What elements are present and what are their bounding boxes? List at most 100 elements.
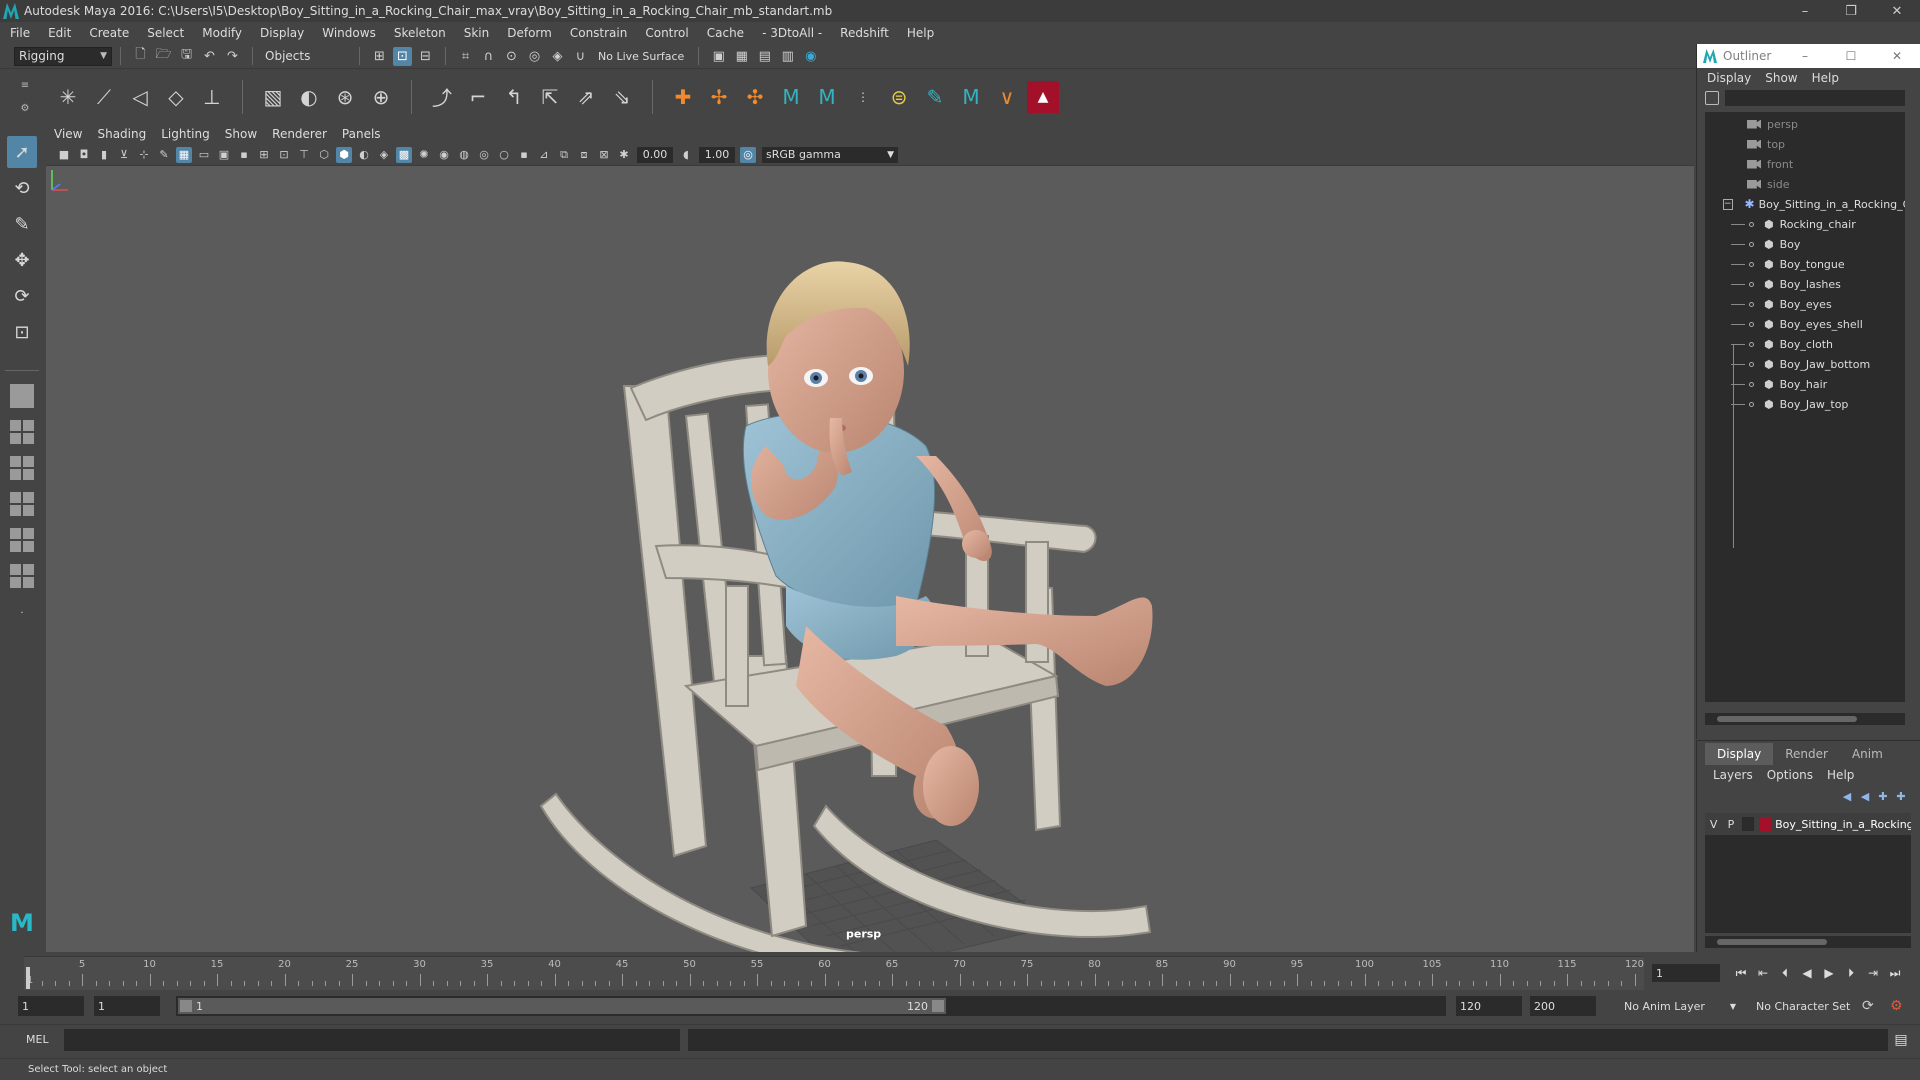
safe-title-icon[interactable]: ⊤ bbox=[296, 147, 312, 163]
ssao-icon[interactable]: ⧉ bbox=[556, 147, 572, 163]
scale-constraint-icon[interactable]: ⇱ bbox=[534, 81, 566, 113]
current-frame-field[interactable]: 1 bbox=[1652, 964, 1720, 982]
select-component-icon[interactable]: ⊟ bbox=[416, 47, 435, 66]
menu-constrain[interactable]: Constrain bbox=[570, 26, 628, 40]
xray-joints-icon[interactable]: ◎ bbox=[476, 147, 492, 163]
layer-color-swatch[interactable] bbox=[1760, 817, 1772, 831]
interactive-bind-icon[interactable]: ◐ bbox=[293, 81, 325, 113]
tree-item-top[interactable]: top bbox=[1705, 134, 1905, 154]
maya-script-b-icon[interactable]: M bbox=[811, 81, 843, 113]
outliner-menu-show[interactable]: Show bbox=[1765, 71, 1797, 85]
render-frame-icon[interactable]: ▦ bbox=[732, 47, 751, 66]
tree-item-side[interactable]: side bbox=[1705, 174, 1905, 194]
outliner-search-input[interactable] bbox=[1725, 90, 1905, 106]
persp-outliner-layout-icon[interactable] bbox=[7, 489, 37, 519]
menu-cache[interactable]: Cache bbox=[707, 26, 744, 40]
tab-display[interactable]: Display bbox=[1705, 743, 1774, 765]
animation-start-field[interactable]: 1 bbox=[18, 996, 84, 1016]
panel-menu-panels[interactable]: Panels bbox=[342, 127, 381, 141]
step-forward-key-icon[interactable]: ⇥ bbox=[1862, 962, 1884, 984]
bind-skin-icon[interactable]: ▧ bbox=[257, 81, 289, 113]
tab-render[interactable]: Render bbox=[1773, 743, 1840, 765]
play-forwards-icon[interactable]: ▶ bbox=[1818, 962, 1840, 984]
new-layer-icon[interactable]: ✚ bbox=[1874, 790, 1892, 803]
perspective-viewport[interactable]: persp bbox=[46, 166, 1694, 952]
shadows-icon[interactable]: ◉ bbox=[436, 147, 452, 163]
panel-menu-shading[interactable]: Shading bbox=[97, 127, 146, 141]
scrollbar-thumb[interactable] bbox=[1717, 716, 1857, 722]
range-end-handle[interactable] bbox=[932, 1000, 944, 1012]
playback-end-field[interactable]: 120 bbox=[1456, 996, 1522, 1016]
color-management-icon[interactable]: ◎ bbox=[740, 146, 756, 163]
backface-icon[interactable]: ▪ bbox=[516, 147, 532, 163]
layer-menu-layers[interactable]: Layers bbox=[1713, 768, 1753, 782]
layer-row[interactable]: V P Boy_Sitting_in_a_Rocking_Chair bbox=[1705, 813, 1911, 835]
menu-deform[interactable]: Deform bbox=[507, 26, 552, 40]
snap-view-icon[interactable]: ◎ bbox=[525, 47, 544, 66]
grease-pencil-icon[interactable]: ✎ bbox=[156, 147, 172, 163]
lasso-tool-icon[interactable]: ⟲ bbox=[7, 172, 37, 204]
insert-joint-icon[interactable]: ◇ bbox=[160, 81, 192, 113]
move-layer-up-icon[interactable]: ◀ bbox=[1838, 790, 1856, 803]
move-tool-icon[interactable]: ✥ bbox=[7, 244, 37, 276]
undo-icon[interactable]: ↶ bbox=[200, 47, 219, 66]
animation-end-field[interactable]: 200 bbox=[1530, 996, 1596, 1016]
camera-attributes-icon[interactable]: ◘ bbox=[76, 147, 92, 163]
tree-item-boy-jaw-top[interactable]: ⬢ Boy_Jaw_top bbox=[1705, 394, 1905, 414]
smooth-shade-icon[interactable]: ⬢ bbox=[336, 146, 352, 163]
step-forward-frame-icon[interactable]: ⏵ bbox=[1840, 962, 1862, 984]
ik-handle-icon[interactable]: ⟋ bbox=[88, 81, 120, 113]
layer-visibility-toggle[interactable]: V bbox=[1705, 818, 1722, 831]
filter-icon[interactable] bbox=[1705, 91, 1719, 105]
outliner-menu-display[interactable]: Display bbox=[1707, 71, 1751, 85]
snap-surface-icon[interactable]: ◈ bbox=[548, 47, 567, 66]
tree-item-boy-eyes[interactable]: ⬢ Boy_eyes bbox=[1705, 294, 1905, 314]
layer-horizontal-scrollbar[interactable] bbox=[1705, 936, 1911, 948]
tree-item-boy-eyes-shell[interactable]: ⬢ Boy_eyes_shell bbox=[1705, 314, 1905, 334]
maximize-button[interactable]: ❐ bbox=[1828, 0, 1874, 22]
character-set-dropdown[interactable]: No Character Set bbox=[1752, 996, 1864, 1016]
use-all-lights-icon[interactable]: ✺ bbox=[416, 147, 432, 163]
resolution-gate-icon[interactable]: ▣ bbox=[216, 147, 232, 163]
lattice-icon[interactable]: ✣ bbox=[739, 81, 771, 113]
tree-item-boy-hair[interactable]: ⬢ Boy_hair bbox=[1705, 374, 1905, 394]
menu-3dtoall[interactable]: - 3DtoAll - bbox=[762, 26, 822, 40]
range-start-handle[interactable] bbox=[180, 1000, 192, 1012]
default-lighting-icon[interactable]: ◐ bbox=[356, 147, 372, 163]
graph-editor-icon[interactable]: ⋮ bbox=[847, 81, 879, 113]
animation-prefs-icon[interactable]: ⚙ bbox=[1890, 998, 1903, 1014]
xray-active-icon[interactable]: ○ bbox=[496, 147, 512, 163]
command-language-toggle[interactable]: MEL bbox=[26, 1033, 49, 1046]
camera-select-icon[interactable]: ■ bbox=[56, 147, 72, 163]
step-back-frame-icon[interactable]: ⏴ bbox=[1774, 962, 1796, 984]
paint-tool-icon[interactable]: ✎ bbox=[919, 81, 951, 113]
range-bar-handle[interactable]: 1 120 bbox=[178, 998, 946, 1014]
aim-constraint-icon[interactable]: ⇗ bbox=[570, 81, 602, 113]
tree-item-front[interactable]: front bbox=[1705, 154, 1905, 174]
menu-skeleton[interactable]: Skeleton bbox=[394, 26, 446, 40]
image-plane-icon[interactable]: ⊻ bbox=[116, 147, 132, 163]
collapse-toggle-icon[interactable]: − bbox=[1723, 198, 1733, 210]
aa-icon[interactable]: ⊠ bbox=[596, 147, 612, 163]
wireframe-on-shaded-icon[interactable]: ◈ bbox=[376, 147, 392, 163]
2d-pan-icon[interactable]: ⊹ bbox=[136, 147, 152, 163]
locator-icon[interactable]: ✚ bbox=[667, 81, 699, 113]
go-to-end-icon[interactable]: ⏭ bbox=[1884, 962, 1906, 984]
paint-weights-icon[interactable]: ⊕ bbox=[365, 81, 397, 113]
deformer-icon[interactable]: ∨ bbox=[991, 81, 1023, 113]
cluster-icon[interactable]: ✢ bbox=[703, 81, 735, 113]
menu-create[interactable]: Create bbox=[89, 26, 129, 40]
minimize-button[interactable]: – bbox=[1782, 0, 1828, 22]
auto-key-icon[interactable]: ⟳ bbox=[1862, 998, 1874, 1014]
render-view-icon[interactable]: ▣ bbox=[709, 47, 728, 66]
safe-action-icon[interactable]: ⊡ bbox=[276, 147, 292, 163]
playback-start-field[interactable]: 1 bbox=[94, 996, 160, 1016]
script-editor-icon[interactable]: ▤ bbox=[1892, 1031, 1910, 1049]
film-gate-icon[interactable]: ▭ bbox=[196, 147, 212, 163]
render-settings-icon[interactable]: ▥ bbox=[778, 47, 797, 66]
snap-grid-icon[interactable]: ⌗ bbox=[456, 47, 475, 66]
close-button[interactable]: ✕ bbox=[1874, 0, 1920, 22]
minimize-button[interactable]: – bbox=[1782, 44, 1828, 68]
mirror-joint-icon[interactable]: ⊥ bbox=[196, 81, 228, 113]
snap-curve-icon[interactable]: ∩ bbox=[479, 47, 498, 66]
